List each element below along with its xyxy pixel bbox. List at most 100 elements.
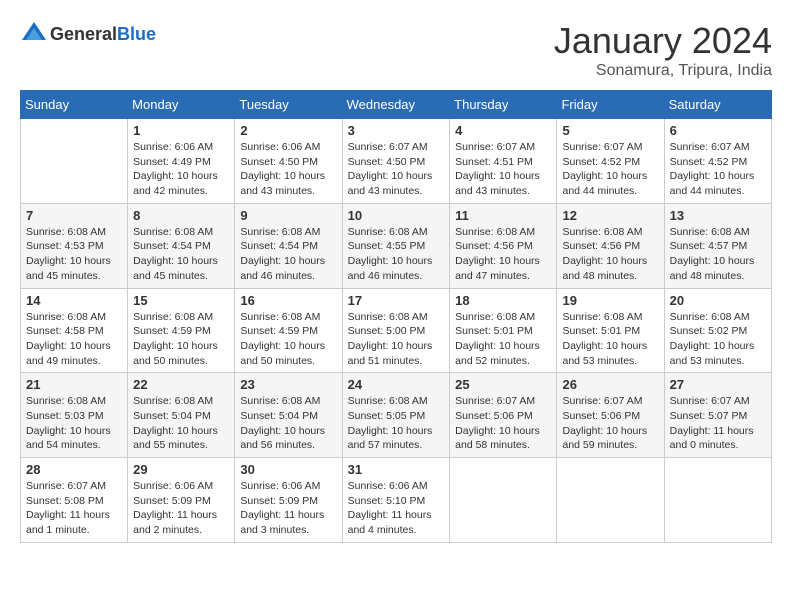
day-cell: 12 Sunrise: 6:08 AMSunset: 4:56 PMDayligh… (557, 203, 664, 288)
day-number: 11 (455, 208, 551, 223)
day-info: Sunrise: 6:07 AMSunset: 5:06 PMDaylight:… (562, 394, 658, 453)
logo-general: General (50, 24, 117, 44)
week-row-5: 28 Sunrise: 6:07 AMSunset: 5:08 PMDayligh… (21, 458, 772, 543)
day-cell: 20 Sunrise: 6:08 AMSunset: 5:02 PMDayligh… (664, 288, 771, 373)
weekday-header-thursday: Thursday (450, 91, 557, 119)
day-cell: 14Sunrise: 6:08 AMSunset: 4:58 PMDayligh… (21, 288, 128, 373)
day-cell: 9Sunrise: 6:08 AMSunset: 4:54 PMDaylight… (235, 203, 342, 288)
day-number: 5 (562, 123, 658, 138)
day-number: 15 (133, 293, 229, 308)
day-cell: 28 Sunrise: 6:07 AMSunset: 5:08 PMDayligh… (21, 458, 128, 543)
day-number: 19 (562, 293, 658, 308)
day-cell: 15 Sunrise: 6:08 AMSunset: 4:59 PMDayligh… (128, 288, 235, 373)
week-row-4: 21 Sunrise: 6:08 AMSunset: 5:03 PMDayligh… (21, 373, 772, 458)
day-info: Sunrise: 6:08 AMSunset: 4:53 PMDaylight:… (26, 225, 122, 284)
day-number: 29 (133, 462, 229, 477)
day-number: 16 (240, 293, 336, 308)
day-cell: 21 Sunrise: 6:08 AMSunset: 5:03 PMDayligh… (21, 373, 128, 458)
day-info: Sunrise: 6:08 AMSunset: 4:59 PMDaylight:… (133, 310, 229, 369)
day-cell: 6Sunrise: 6:07 AMSunset: 4:52 PMDaylight… (664, 119, 771, 204)
day-cell: 7 Sunrise: 6:08 AMSunset: 4:53 PMDaylight… (21, 203, 128, 288)
weekday-header-wednesday: Wednesday (342, 91, 450, 119)
day-cell: 29 Sunrise: 6:06 AMSunset: 5:09 PMDayligh… (128, 458, 235, 543)
day-info: Sunrise: 6:08 AMSunset: 4:58 PMDaylight:… (26, 310, 122, 369)
logo-text: GeneralBlue (50, 24, 156, 45)
day-number: 23 (240, 377, 336, 392)
day-cell: 11Sunrise: 6:08 AMSunset: 4:56 PMDayligh… (450, 203, 557, 288)
weekday-header-tuesday: Tuesday (235, 91, 342, 119)
day-cell: 16 Sunrise: 6:08 AMSunset: 4:59 PMDayligh… (235, 288, 342, 373)
day-info: Sunrise: 6:06 AMSunset: 5:09 PMDaylight:… (133, 479, 229, 538)
day-number: 20 (670, 293, 766, 308)
day-number: 3 (348, 123, 445, 138)
day-info: Sunrise: 6:06 AMSunset: 5:09 PMDaylight:… (240, 479, 336, 538)
day-number: 1 (133, 123, 229, 138)
day-info: Sunrise: 6:07 AMSunset: 4:50 PMDaylight:… (348, 140, 445, 199)
day-number: 27 (670, 377, 766, 392)
day-cell: 24Sunrise: 6:08 AMSunset: 5:05 PMDayligh… (342, 373, 450, 458)
day-cell (450, 458, 557, 543)
day-cell (21, 119, 128, 204)
day-number: 25 (455, 377, 551, 392)
week-row-3: 14Sunrise: 6:08 AMSunset: 4:58 PMDayligh… (21, 288, 772, 373)
day-number: 4 (455, 123, 551, 138)
day-info: Sunrise: 6:07 AMSunset: 5:08 PMDaylight:… (26, 479, 122, 538)
day-number: 7 (26, 208, 122, 223)
day-cell: 17 Sunrise: 6:08 AMSunset: 5:00 PMDayligh… (342, 288, 450, 373)
day-info: Sunrise: 6:06 AMSunset: 5:10 PMDaylight:… (348, 479, 445, 538)
day-cell: 4 Sunrise: 6:07 AMSunset: 4:51 PMDaylight… (450, 119, 557, 204)
weekday-header-friday: Friday (557, 91, 664, 119)
day-info: Sunrise: 6:08 AMSunset: 5:02 PMDaylight:… (670, 310, 766, 369)
day-cell: 8 Sunrise: 6:08 AMSunset: 4:54 PMDaylight… (128, 203, 235, 288)
month-title: January 2024 (554, 20, 772, 62)
logo: GeneralBlue (20, 20, 156, 48)
day-info: Sunrise: 6:08 AMSunset: 5:04 PMDaylight:… (240, 394, 336, 453)
day-cell: 19 Sunrise: 6:08 AMSunset: 5:01 PMDayligh… (557, 288, 664, 373)
weekday-header-saturday: Saturday (664, 91, 771, 119)
day-cell: 10Sunrise: 6:08 AMSunset: 4:55 PMDayligh… (342, 203, 450, 288)
day-info: Sunrise: 6:08 AMSunset: 4:59 PMDaylight:… (240, 310, 336, 369)
day-number: 2 (240, 123, 336, 138)
day-cell: 27Sunrise: 6:07 AMSunset: 5:07 PMDayligh… (664, 373, 771, 458)
day-cell: 25 Sunrise: 6:07 AMSunset: 5:06 PMDayligh… (450, 373, 557, 458)
day-number: 12 (562, 208, 658, 223)
day-cell: 22Sunrise: 6:08 AMSunset: 5:04 PMDayligh… (128, 373, 235, 458)
day-info: Sunrise: 6:08 AMSunset: 5:03 PMDaylight:… (26, 394, 122, 453)
day-info: Sunrise: 6:07 AMSunset: 5:06 PMDaylight:… (455, 394, 551, 453)
day-info: Sunrise: 6:08 AMSunset: 5:05 PMDaylight:… (348, 394, 445, 453)
day-info: Sunrise: 6:07 AMSunset: 4:52 PMDaylight:… (562, 140, 658, 199)
day-info: Sunrise: 6:08 AMSunset: 4:54 PMDaylight:… (133, 225, 229, 284)
day-number: 26 (562, 377, 658, 392)
day-number: 17 (348, 293, 445, 308)
week-row-1: 1 Sunrise: 6:06 AMSunset: 4:49 PMDaylight… (21, 119, 772, 204)
day-info: Sunrise: 6:07 AMSunset: 4:51 PMDaylight:… (455, 140, 551, 199)
day-cell (664, 458, 771, 543)
day-cell: 23 Sunrise: 6:08 AMSunset: 5:04 PMDayligh… (235, 373, 342, 458)
weekday-header-row: SundayMondayTuesdayWednesdayThursdayFrid… (21, 91, 772, 119)
day-number: 18 (455, 293, 551, 308)
day-cell: 2Sunrise: 6:06 AMSunset: 4:50 PMDaylight… (235, 119, 342, 204)
day-cell: 31Sunrise: 6:06 AMSunset: 5:10 PMDayligh… (342, 458, 450, 543)
title-area: January 2024 Sonamura, Tripura, India (554, 20, 772, 80)
day-cell: 18Sunrise: 6:08 AMSunset: 5:01 PMDayligh… (450, 288, 557, 373)
day-info: Sunrise: 6:08 AMSunset: 5:00 PMDaylight:… (348, 310, 445, 369)
calendar-table: SundayMondayTuesdayWednesdayThursdayFrid… (20, 90, 772, 543)
day-number: 22 (133, 377, 229, 392)
day-number: 13 (670, 208, 766, 223)
day-cell: 1 Sunrise: 6:06 AMSunset: 4:49 PMDaylight… (128, 119, 235, 204)
day-number: 8 (133, 208, 229, 223)
logo-blue: Blue (117, 24, 156, 44)
day-number: 28 (26, 462, 122, 477)
day-cell: 30 Sunrise: 6:06 AMSunset: 5:09 PMDayligh… (235, 458, 342, 543)
day-info: Sunrise: 6:06 AMSunset: 4:49 PMDaylight:… (133, 140, 229, 199)
day-info: Sunrise: 6:08 AMSunset: 4:55 PMDaylight:… (348, 225, 445, 284)
day-info: Sunrise: 6:08 AMSunset: 4:54 PMDaylight:… (240, 225, 336, 284)
page-header: GeneralBlue January 2024 Sonamura, Tripu… (20, 20, 772, 80)
day-number: 30 (240, 462, 336, 477)
day-info: Sunrise: 6:08 AMSunset: 4:57 PMDaylight:… (670, 225, 766, 284)
day-info: Sunrise: 6:08 AMSunset: 5:01 PMDaylight:… (562, 310, 658, 369)
day-info: Sunrise: 6:08 AMSunset: 4:56 PMDaylight:… (562, 225, 658, 284)
day-cell: 3 Sunrise: 6:07 AMSunset: 4:50 PMDaylight… (342, 119, 450, 204)
logo-icon (20, 20, 48, 48)
day-number: 21 (26, 377, 122, 392)
